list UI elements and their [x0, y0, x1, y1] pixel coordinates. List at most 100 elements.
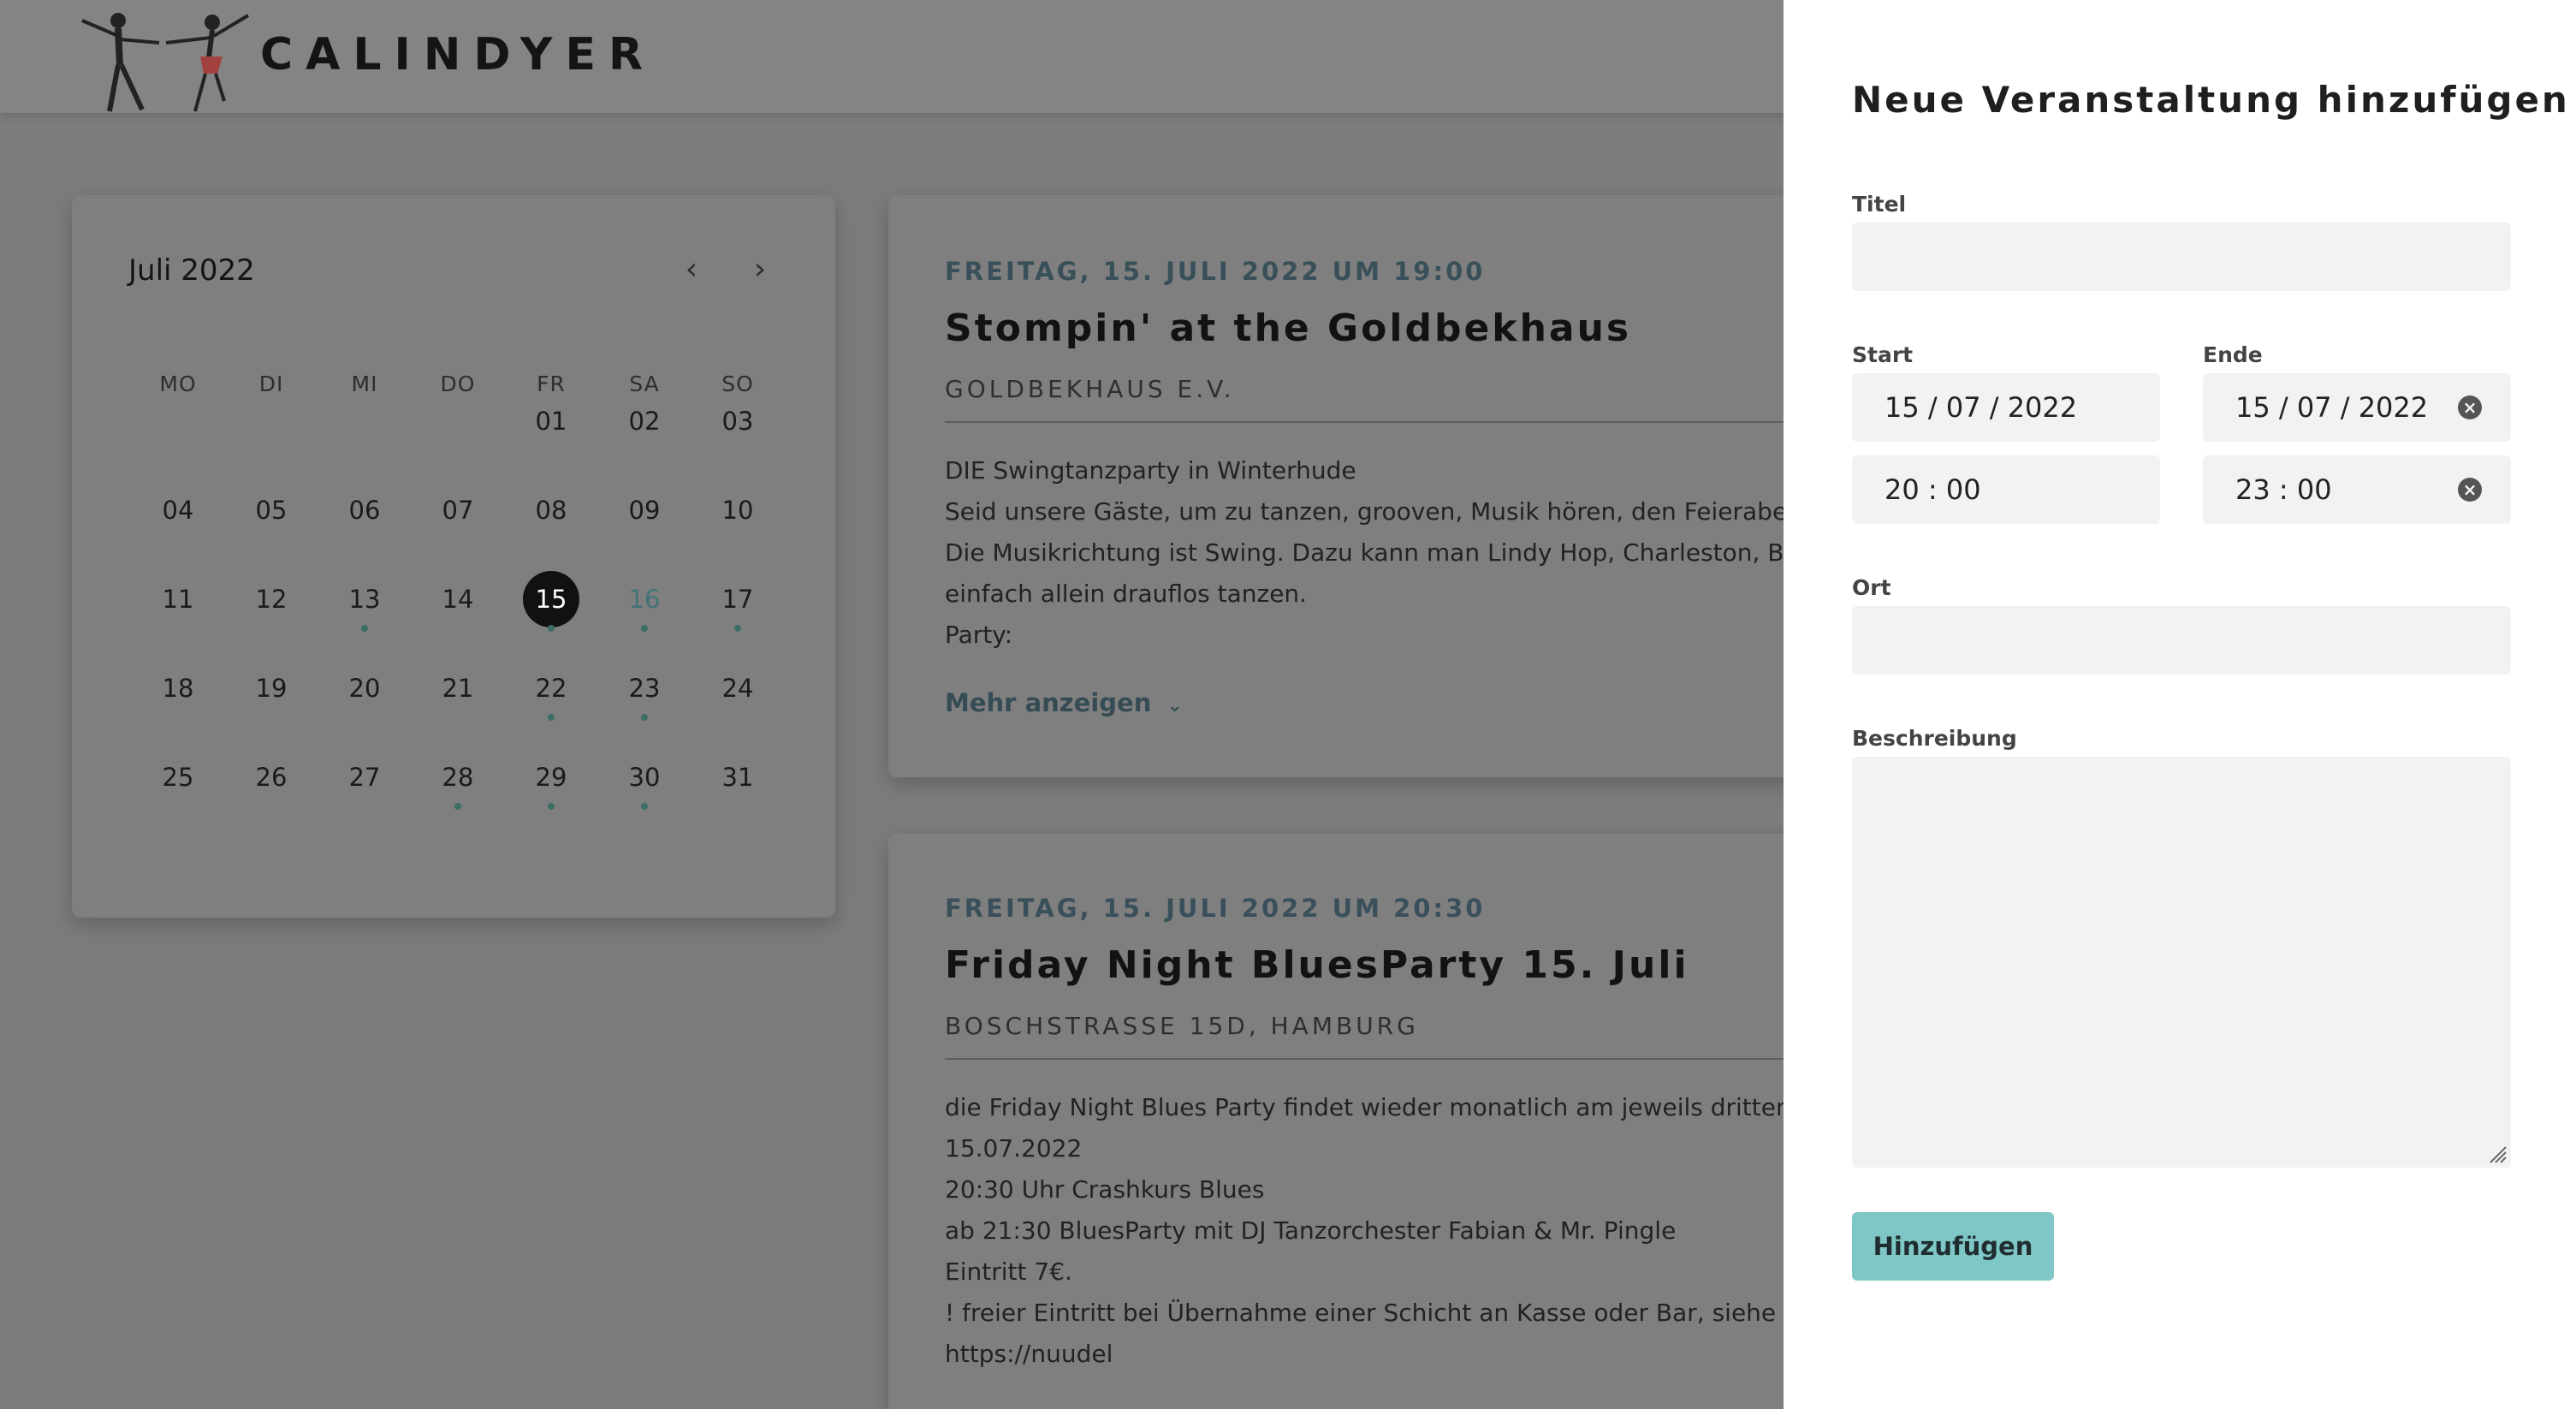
start-date-input[interactable]: 15 / 07 / 2022: [1852, 373, 2160, 442]
calendar-day-11[interactable]: 11: [144, 565, 212, 633]
description-line: 15.07.2022: [945, 1134, 1083, 1162]
description-textarea[interactable]: [1852, 757, 2511, 1168]
calendar-day-06[interactable]: 06: [330, 476, 399, 544]
clear-icon[interactable]: ×: [2458, 395, 2482, 419]
calendar-day-29[interactable]: 29: [517, 743, 585, 812]
description-line: 20:30 Uhr Crashkurs Blues: [945, 1175, 1265, 1204]
day-number: 30: [628, 763, 661, 792]
calendar-day-17[interactable]: 17: [703, 565, 772, 633]
calendar-day-26[interactable]: 26: [237, 743, 306, 812]
day-number: 09: [628, 496, 661, 525]
description-line: ! freier Eintritt bei Übernahme einer Sc…: [945, 1299, 1799, 1327]
calendar-day-18[interactable]: 18: [144, 654, 212, 722]
day-number: 12: [255, 585, 288, 614]
event-description: DIE Swingtanzparty in Winterhude Seid un…: [945, 450, 1818, 656]
event-indicator-dot: [641, 714, 648, 721]
show-more-button[interactable]: Mehr anzeigen ⌄: [945, 688, 1183, 717]
calendar-day-14[interactable]: 14: [424, 565, 492, 633]
resize-handle-icon[interactable]: [2487, 1144, 2508, 1164]
dancers-logo-icon: [81, 13, 250, 112]
calendar-day-16[interactable]: 16: [610, 565, 679, 633]
day-number: 26: [255, 763, 288, 792]
day-number: 05: [255, 496, 288, 525]
event-location: GOLDBEKHAUS E.V.: [945, 375, 1235, 403]
calendar-day-25[interactable]: 25: [144, 743, 212, 812]
event-card[interactable]: FREITAG, 15. JULI 2022 UM 19:00 Stompin'…: [888, 195, 1830, 777]
description-line[interactable]: https://nuudel: [945, 1334, 1799, 1375]
day-number: 15: [523, 571, 579, 627]
day-number: 31: [721, 763, 754, 792]
calendar-day-08[interactable]: 08: [517, 476, 585, 544]
description-label: Beschreibung: [1852, 726, 2017, 751]
day-number: 03: [721, 407, 754, 436]
brand-name[interactable]: CALINDYER: [260, 29, 656, 80]
day-number: 18: [162, 674, 194, 703]
calendar-day-20[interactable]: 20: [330, 654, 399, 722]
calendar-day-30[interactable]: 30: [610, 743, 679, 812]
calendar-day-03[interactable]: 03: [703, 387, 772, 455]
calendar-day-04[interactable]: 04: [144, 476, 212, 544]
clear-icon[interactable]: ×: [2458, 478, 2482, 502]
start-time-input[interactable]: 20 : 00: [1852, 455, 2160, 524]
month-calendar: Juli 2022 ‹ › MO DI MI DO FR SA SO 01 02 03 04 05 06…: [72, 195, 835, 918]
day-number: 22: [535, 674, 567, 703]
day-number: 29: [535, 763, 567, 792]
event-indicator-dot: [454, 803, 461, 810]
description-line: ab 21:30 BluesParty mit DJ Tanzorchester…: [945, 1216, 1677, 1245]
end-date-value: 15 / 07 / 2022: [2235, 391, 2429, 424]
chevron-right-icon[interactable]: ›: [743, 252, 777, 287]
add-event-panel: Neue Veranstaltung hinzufügen Titel Star…: [1784, 0, 2576, 1409]
add-event-button[interactable]: Hinzufügen: [1852, 1212, 2054, 1281]
day-number: 04: [162, 496, 194, 525]
calendar-day-12[interactable]: 12: [237, 565, 306, 633]
day-number: 28: [442, 763, 474, 792]
calendar-day-10[interactable]: 10: [703, 476, 772, 544]
calendar-day-13[interactable]: 13: [330, 565, 399, 633]
calendar-day-07[interactable]: 07: [424, 476, 492, 544]
description-line: Party:: [945, 621, 1013, 649]
end-label: Ende: [2203, 342, 2263, 367]
end-time-input[interactable]: 23 : 00 ×: [2203, 455, 2511, 524]
end-date-input[interactable]: 15 / 07 / 2022 ×: [2203, 373, 2511, 442]
calendar-day-01[interactable]: 01: [517, 387, 585, 455]
event-title[interactable]: Friday Night BluesParty 15. Juli: [945, 943, 1689, 987]
panel-title: Neue Veranstaltung hinzufügen: [1852, 79, 2570, 121]
description-line: Seid unsere Gäste, um zu tanzen, grooven…: [945, 497, 1818, 526]
title-input[interactable]: [1852, 223, 2511, 291]
calendar-day-31[interactable]: 31: [703, 743, 772, 812]
event-indicator-dot: [548, 625, 555, 632]
day-number: 07: [442, 496, 474, 525]
calendar-day-27[interactable]: 27: [330, 743, 399, 812]
location-label: Ort: [1852, 575, 1891, 600]
calendar-day-24[interactable]: 24: [703, 654, 772, 722]
calendar-day-19[interactable]: 19: [237, 654, 306, 722]
event-indicator-dot: [641, 803, 648, 810]
event-indicator-dot: [548, 803, 555, 810]
calendar-day-28[interactable]: 28: [424, 743, 492, 812]
event-card[interactable]: FREITAG, 15. JULI 2022 UM 20:30 Friday N…: [888, 834, 1830, 1409]
chevron-down-icon: ⌄: [1166, 695, 1183, 716]
day-number: 17: [721, 585, 754, 614]
event-title[interactable]: Stompin' at the Goldbekhaus: [945, 306, 1631, 350]
description-line: Die Musikrichtung ist Swing. Dazu kann m…: [945, 538, 1806, 567]
calendar-day-05[interactable]: 05: [237, 476, 306, 544]
day-number: 14: [442, 585, 474, 614]
calendar-day-02[interactable]: 02: [610, 387, 679, 455]
calendar-day-22[interactable]: 22: [517, 654, 585, 722]
day-number: 10: [721, 496, 754, 525]
location-input[interactable]: [1852, 606, 2511, 675]
chevron-left-icon[interactable]: ‹: [674, 252, 709, 287]
day-number: 02: [628, 407, 661, 436]
day-number: 08: [535, 496, 567, 525]
calendar-day-23[interactable]: 23: [610, 654, 679, 722]
calendar-day-09[interactable]: 09: [610, 476, 679, 544]
day-number: 13: [348, 585, 381, 614]
description-line: einfach allein drauflos tanzen.: [945, 580, 1308, 608]
end-time-value: 23 : 00: [2235, 473, 2332, 506]
calendar-day-21[interactable]: 21: [424, 654, 492, 722]
weekday-label: DO: [440, 372, 476, 396]
day-number: 11: [162, 585, 194, 614]
calendar-day-15[interactable]: 15: [517, 565, 585, 633]
weekday-label: DI: [258, 372, 284, 396]
event-indicator-dot: [548, 714, 555, 721]
